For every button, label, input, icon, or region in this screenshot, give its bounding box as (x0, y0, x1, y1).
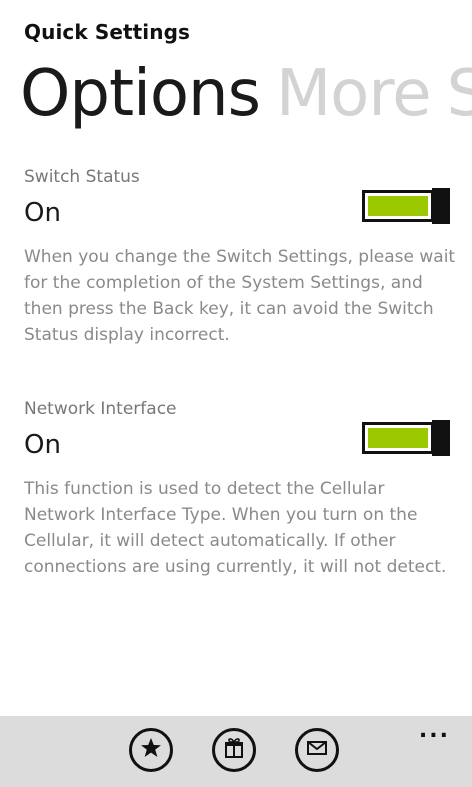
toggle-thumb[interactable] (432, 420, 450, 456)
app-title: Quick Settings (24, 20, 191, 44)
more-options-button[interactable]: ... (419, 720, 450, 742)
favorite-button[interactable] (129, 728, 173, 772)
tab-more[interactable]: More (276, 57, 432, 131)
app-bar: ... (0, 716, 472, 787)
toggle-thumb[interactable] (432, 188, 450, 224)
network-interface-label: Network Interface (24, 399, 177, 419)
pivot-header: Options More S (0, 52, 472, 142)
toggle-fill (368, 428, 428, 448)
switch-status-label: Switch Status (24, 167, 140, 187)
mail-icon (305, 736, 329, 764)
tab-next-peek[interactable]: S (447, 57, 472, 131)
toggle-fill (368, 196, 428, 216)
gift-icon (222, 736, 246, 764)
tab-options[interactable]: Options (20, 57, 261, 131)
star-icon (139, 736, 163, 764)
switch-status-description: When you change the Switch Settings, ple… (24, 247, 456, 345)
network-interface-toggle[interactable] (362, 420, 450, 456)
network-interface-description: This function is used to detect the Cell… (24, 479, 447, 577)
switch-status-toggle[interactable] (362, 188, 450, 224)
gift-button[interactable] (212, 728, 256, 772)
mail-button[interactable] (295, 728, 339, 772)
